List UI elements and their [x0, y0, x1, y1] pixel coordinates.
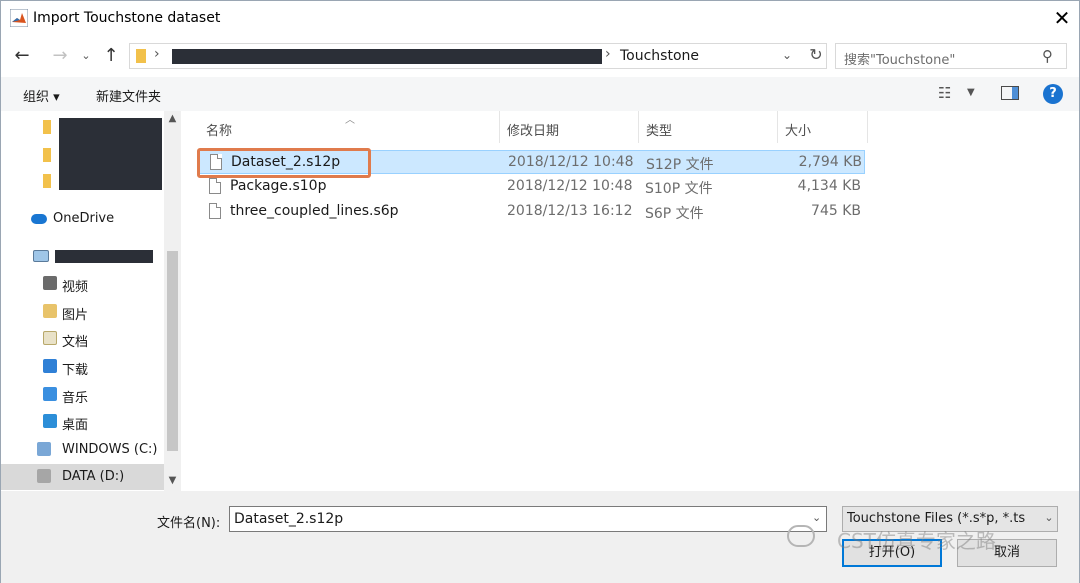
search-input[interactable]: 搜索"Touchstone" ⚲	[835, 43, 1067, 69]
scrollbar-thumb[interactable]	[167, 251, 178, 451]
nav-item-label: OneDrive	[53, 211, 115, 226]
filename-value: Dataset_2.s12p	[234, 511, 344, 527]
scroll-down-icon[interactable]: ▼	[164, 475, 181, 486]
column-header-label: 修改日期	[507, 124, 560, 139]
file-date: 2018/12/12 10:48	[508, 154, 634, 170]
title-bar: Import Touchstone dataset ✕	[1, 1, 1079, 37]
preview-pane-icon[interactable]	[1001, 86, 1019, 100]
window-title: Import Touchstone dataset	[33, 10, 221, 26]
file-size: 4,134 KB	[797, 178, 861, 194]
filename-input[interactable]: Dataset_2.s12p ⌄	[229, 506, 827, 532]
column-header-name[interactable]: 名称	[199, 111, 500, 143]
file-type: S6P 文件	[645, 206, 704, 222]
nav-item-label: 文档	[62, 335, 89, 350]
view-dropdown-icon[interactable]: ▼	[967, 87, 975, 98]
nav-item-label: DATA (D:)	[62, 469, 125, 484]
watermark: CST仿真专家之路	[787, 519, 1057, 555]
address-bar[interactable]: › › Touchstone ⌄ ↻	[129, 43, 827, 69]
file-name: three_coupled_lines.s6p	[230, 203, 399, 219]
breadcrumb-touchstone[interactable]: Touchstone	[620, 48, 699, 64]
command-toolbar: 组织 ▾ 新建文件夹 ☷ ▼ ?	[1, 77, 1079, 111]
desktop-folder-icon	[43, 414, 57, 428]
file-icon	[209, 203, 221, 219]
folder-icon	[136, 49, 146, 63]
breadcrumb-separator-icon[interactable]: ›	[154, 46, 160, 62]
navigation-scrollbar[interactable]: ▲ ▼	[164, 111, 181, 491]
file-date: 2018/12/13 16:12	[507, 203, 633, 219]
scroll-up-icon[interactable]: ▲	[164, 113, 181, 124]
redacted-pc-name	[55, 250, 153, 263]
organize-button[interactable]: 组织 ▾	[23, 86, 60, 105]
music-folder-icon	[43, 387, 57, 401]
dialog-window: Import Touchstone dataset ✕ ← → ⌄ ↑ › › …	[0, 0, 1080, 583]
column-header-date[interactable]: 修改日期	[500, 111, 639, 143]
nav-item-label: 图片	[62, 308, 89, 323]
nav-item-label: WINDOWS (C:)	[62, 442, 158, 457]
help-icon[interactable]: ?	[1043, 84, 1063, 104]
column-header-label: 名称	[206, 124, 233, 139]
nav-item-desktop[interactable]: 桌面	[1, 409, 164, 435]
nav-item-drive-d[interactable]: DATA (D:)	[1, 464, 164, 490]
download-folder-icon	[43, 359, 57, 373]
search-icon[interactable]: ⚲	[1042, 47, 1053, 65]
breadcrumb-separator-icon[interactable]: ›	[605, 46, 611, 62]
nav-item-label: 视频	[62, 280, 89, 295]
redacted-quick-access	[59, 118, 162, 190]
cloud-icon	[31, 214, 47, 224]
back-arrow-icon[interactable]: ←	[9, 43, 35, 69]
folder-icon[interactable]	[43, 174, 51, 188]
nav-item-downloads[interactable]: 下载	[1, 354, 164, 380]
nav-item-label: 桌面	[62, 418, 89, 433]
wechat-icon	[787, 525, 815, 547]
nav-item-pictures[interactable]: 图片	[1, 299, 164, 325]
redacted-path	[172, 49, 602, 64]
file-type: S12P 文件	[646, 157, 714, 173]
nav-item-music[interactable]: 音乐	[1, 382, 164, 408]
file-row[interactable]: three_coupled_lines.s6p 2018/12/13 16:12…	[199, 200, 865, 224]
annotation-highlight-box	[197, 148, 371, 178]
column-header-label: 大小	[785, 124, 812, 139]
drive-icon	[37, 469, 51, 483]
file-size: 2,794 KB	[798, 154, 862, 170]
file-name: Package.s10p	[230, 178, 327, 194]
file-size: 745 KB	[811, 203, 861, 219]
nav-item-label: 下载	[62, 363, 89, 378]
recent-locations-chevron-icon[interactable]: ⌄	[79, 43, 93, 69]
nav-item-documents[interactable]: 文档	[1, 326, 164, 352]
file-row[interactable]: Package.s10p 2018/12/12 10:48 S10P 文件 4,…	[199, 175, 865, 199]
folder-icon[interactable]	[43, 148, 51, 162]
column-header-label: 类型	[646, 124, 673, 139]
navigation-pane: OneDrive 视频 图片 文档 下载 音乐 桌面 WINDOWS (C:) …	[1, 111, 181, 491]
nav-item-videos[interactable]: 视频	[1, 271, 164, 297]
search-placeholder: 搜索"Touchstone"	[844, 53, 956, 68]
folder-icon[interactable]	[43, 120, 51, 134]
nav-item-label: 音乐	[62, 391, 89, 406]
refresh-icon[interactable]: ↻	[806, 45, 826, 64]
documents-folder-icon	[43, 331, 57, 345]
video-folder-icon	[43, 276, 57, 290]
computer-icon	[33, 250, 49, 262]
file-type: S10P 文件	[645, 181, 713, 197]
file-date: 2018/12/12 10:48	[507, 178, 633, 194]
close-icon[interactable]: ✕	[1047, 3, 1077, 33]
matlab-logo-icon	[10, 9, 28, 27]
file-icon	[209, 178, 221, 194]
column-header-size[interactable]: 大小	[778, 111, 868, 143]
address-dropdown-icon[interactable]: ⌄	[782, 48, 792, 62]
column-header-type[interactable]: 类型	[639, 111, 778, 143]
nav-item-this-pc[interactable]	[1, 243, 164, 269]
windows-drive-icon	[37, 442, 51, 456]
new-folder-button[interactable]: 新建文件夹	[96, 86, 161, 105]
navigation-bar: ← → ⌄ ↑ › › Touchstone ⌄ ↻ 搜索"Touchstone…	[1, 39, 1079, 73]
pictures-folder-icon	[43, 304, 57, 318]
filename-label: 文件名(N):	[157, 516, 221, 531]
view-options-icon[interactable]: ☷	[938, 84, 951, 102]
forward-arrow-icon[interactable]: →	[47, 43, 73, 69]
nav-item-onedrive[interactable]: OneDrive	[1, 206, 164, 232]
up-arrow-icon[interactable]: ↑	[99, 43, 123, 69]
watermark-text: CST仿真专家之路	[837, 529, 996, 553]
nav-item-drive-c[interactable]: WINDOWS (C:)	[1, 437, 164, 463]
